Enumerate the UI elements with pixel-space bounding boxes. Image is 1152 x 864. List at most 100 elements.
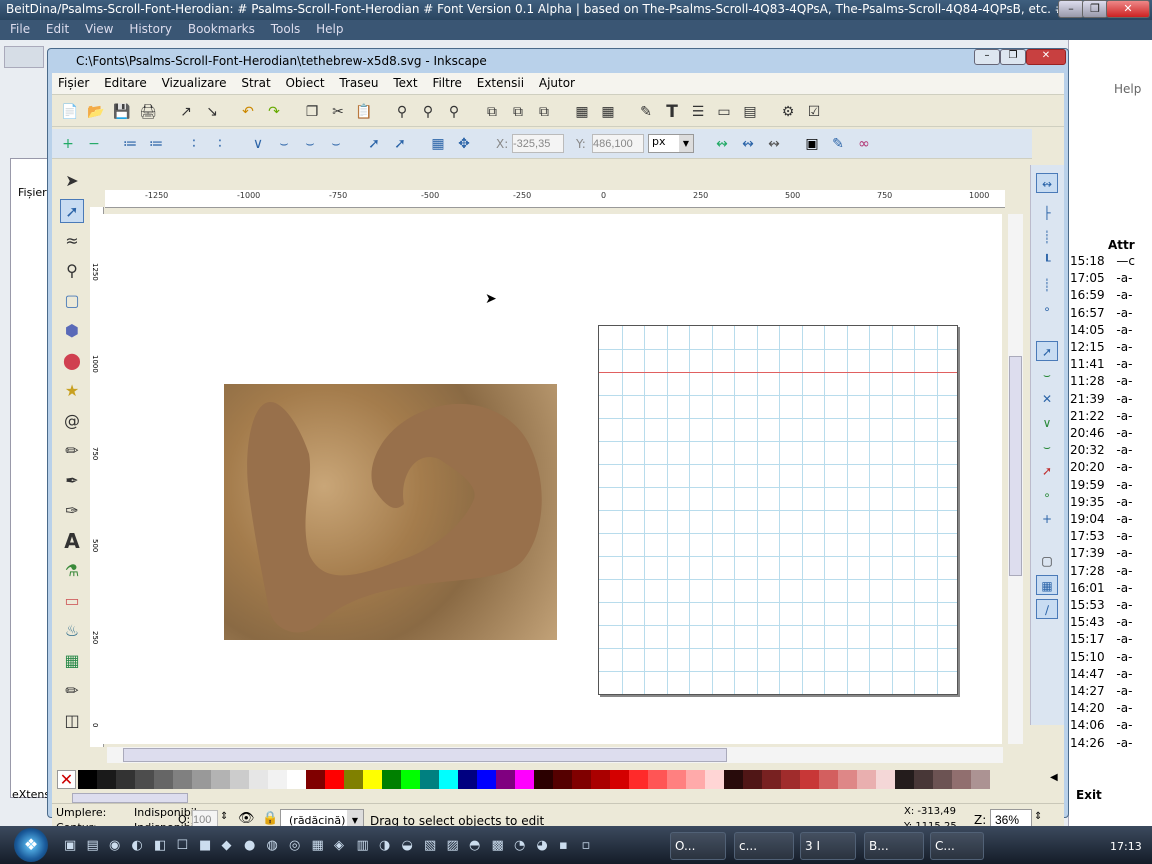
calligraphy-tool-icon[interactable]: ✑: [60, 499, 84, 523]
color-swatch[interactable]: [857, 770, 876, 789]
menu-text[interactable]: Text: [393, 76, 417, 90]
print-icon[interactable]: 🖨: [138, 102, 158, 122]
snap-midpoints-icon[interactable]: ➚: [1036, 461, 1058, 481]
ff-close-button[interactable]: ✕: [1106, 0, 1150, 18]
color-swatch[interactable]: [135, 770, 154, 789]
color-swatch[interactable]: [800, 770, 819, 789]
color-swatch[interactable]: [401, 770, 420, 789]
quick-launch-icon[interactable]: ◍: [267, 838, 278, 853]
snap-bbox-center-icon[interactable]: ∘: [1036, 299, 1058, 319]
ink-maximize-button[interactable]: ❐: [1000, 49, 1026, 65]
snap-nodes-icon[interactable]: ➚: [1036, 341, 1058, 361]
smooth-node-icon[interactable]: ⌣: [274, 134, 294, 154]
color-swatch[interactable]: [344, 770, 363, 789]
group-icon[interactable]: ▦: [572, 102, 592, 122]
duplicate-icon[interactable]: ⧉: [482, 102, 502, 122]
snap-guides-icon[interactable]: ∕: [1036, 599, 1058, 619]
ff-menu-bookmarks[interactable]: Bookmarks: [188, 22, 255, 36]
ff-help-label[interactable]: Help: [1114, 82, 1141, 96]
color-swatch[interactable]: [762, 770, 781, 789]
color-swatch[interactable]: [154, 770, 173, 789]
color-swatch[interactable]: [534, 770, 553, 789]
opacity-stepper-icon[interactable]: ⇕: [220, 811, 228, 822]
menu-obiect[interactable]: Obiect: [285, 76, 324, 90]
color-swatch[interactable]: [287, 770, 306, 789]
color-swatch[interactable]: [325, 770, 344, 789]
color-swatch[interactable]: [306, 770, 325, 789]
join-nodes-icon[interactable]: ≔: [120, 134, 140, 154]
quick-launch-icon[interactable]: ◧: [154, 838, 166, 853]
stroke-to-path-icon[interactable]: ✥: [454, 134, 474, 154]
no-paint-swatch[interactable]: ✕: [57, 770, 76, 789]
paste-icon[interactable]: 📋: [354, 102, 374, 122]
scroll-image[interactable]: [224, 384, 557, 640]
pen-tool-icon[interactable]: ✒: [60, 469, 84, 493]
drawing-canvas[interactable]: ➤: [101, 214, 1002, 744]
color-swatch[interactable]: [553, 770, 572, 789]
snap-cusp-icon[interactable]: ∨: [1036, 413, 1058, 433]
color-swatch[interactable]: [914, 770, 933, 789]
taskbar-task[interactable]: 3 I: [800, 832, 856, 860]
star-tool-icon[interactable]: ★: [60, 379, 84, 403]
color-swatch[interactable]: [648, 770, 667, 789]
taskbar-task[interactable]: O...: [670, 832, 726, 860]
copy-icon[interactable]: ❐: [302, 102, 322, 122]
ff-menu-view[interactable]: View: [85, 22, 113, 36]
3dbox-tool-icon[interactable]: ⬢: [60, 319, 84, 343]
edit-clip-icon[interactable]: ▣: [802, 134, 822, 154]
menu-filtre[interactable]: Filtre: [432, 76, 461, 90]
zoom-selection-icon[interactable]: ⚲: [392, 102, 412, 122]
quick-launch-icon[interactable]: ▤: [87, 838, 99, 853]
quick-launch-icon[interactable]: ▨: [447, 838, 459, 853]
selector-tool-icon[interactable]: ➤: [60, 169, 84, 193]
bucket-tool-icon[interactable]: ♨: [60, 619, 84, 643]
hscroll-thumb[interactable]: [123, 748, 727, 762]
eraser-tool-icon[interactable]: ▭: [60, 589, 84, 613]
save-icon[interactable]: 💾: [112, 102, 132, 122]
fill-stroke-icon[interactable]: ✎: [636, 102, 656, 122]
quick-launch-icon[interactable]: ▫: [582, 838, 591, 853]
xml-editor-icon[interactable]: ▭: [714, 102, 734, 122]
snap-bbox-icon[interactable]: ├: [1036, 203, 1058, 223]
color-swatch[interactable]: [477, 770, 496, 789]
color-swatch[interactable]: [439, 770, 458, 789]
snap-page-border-icon[interactable]: ▢: [1036, 551, 1058, 571]
snap-bbox-mid-icon[interactable]: ┊: [1036, 275, 1058, 295]
x-coordinate-input[interactable]: [512, 134, 564, 153]
unit-select[interactable]: px ▼: [648, 134, 694, 153]
preferences-icon[interactable]: ⚙: [778, 102, 798, 122]
menu-traseu[interactable]: Traseu: [339, 76, 378, 90]
color-swatch[interactable]: [629, 770, 648, 789]
color-swatch[interactable]: [363, 770, 382, 789]
quick-launch-icon[interactable]: ◈: [334, 838, 344, 853]
text-font-icon[interactable]: T: [662, 102, 682, 122]
to-curve-icon[interactable]: ➚: [390, 134, 410, 154]
connector-tool-icon[interactable]: ◫: [60, 709, 84, 733]
menu-ajutor[interactable]: Ajutor: [539, 76, 575, 90]
vertical-scrollbar[interactable]: [1008, 214, 1023, 744]
quick-launch-icon[interactable]: ●: [244, 838, 255, 853]
show-transform-handles-icon[interactable]: ↭: [712, 134, 732, 154]
show-outline-icon[interactable]: ↭: [764, 134, 784, 154]
show-handles-icon[interactable]: ↭: [738, 134, 758, 154]
break-path-icon[interactable]: ≔: [146, 134, 166, 154]
snap-bbox-edge-icon[interactable]: ┊: [1036, 227, 1058, 247]
color-swatch[interactable]: [496, 770, 515, 789]
color-swatch[interactable]: [382, 770, 401, 789]
quick-launch-icon[interactable]: ▩: [492, 838, 504, 853]
color-swatch[interactable]: [724, 770, 743, 789]
color-swatch[interactable]: [610, 770, 629, 789]
doc-properties-icon[interactable]: ☑: [804, 102, 824, 122]
taskbar-task[interactable]: B...: [864, 832, 924, 860]
quick-launch-icon[interactable]: ▪: [559, 838, 568, 853]
quick-launch-icon[interactable]: ▥: [357, 838, 369, 853]
redo-icon[interactable]: ↷: [264, 102, 284, 122]
quick-launch-icon[interactable]: ▣: [64, 838, 76, 853]
y-coordinate-input[interactable]: [592, 134, 644, 153]
delete-node-icon[interactable]: −: [84, 134, 104, 154]
export-icon[interactable]: ↘: [202, 102, 222, 122]
grid-page[interactable]: [598, 325, 958, 695]
color-swatch[interactable]: [515, 770, 534, 789]
ff-maximize-button[interactable]: ❐: [1082, 0, 1108, 18]
color-swatch[interactable]: [458, 770, 477, 789]
